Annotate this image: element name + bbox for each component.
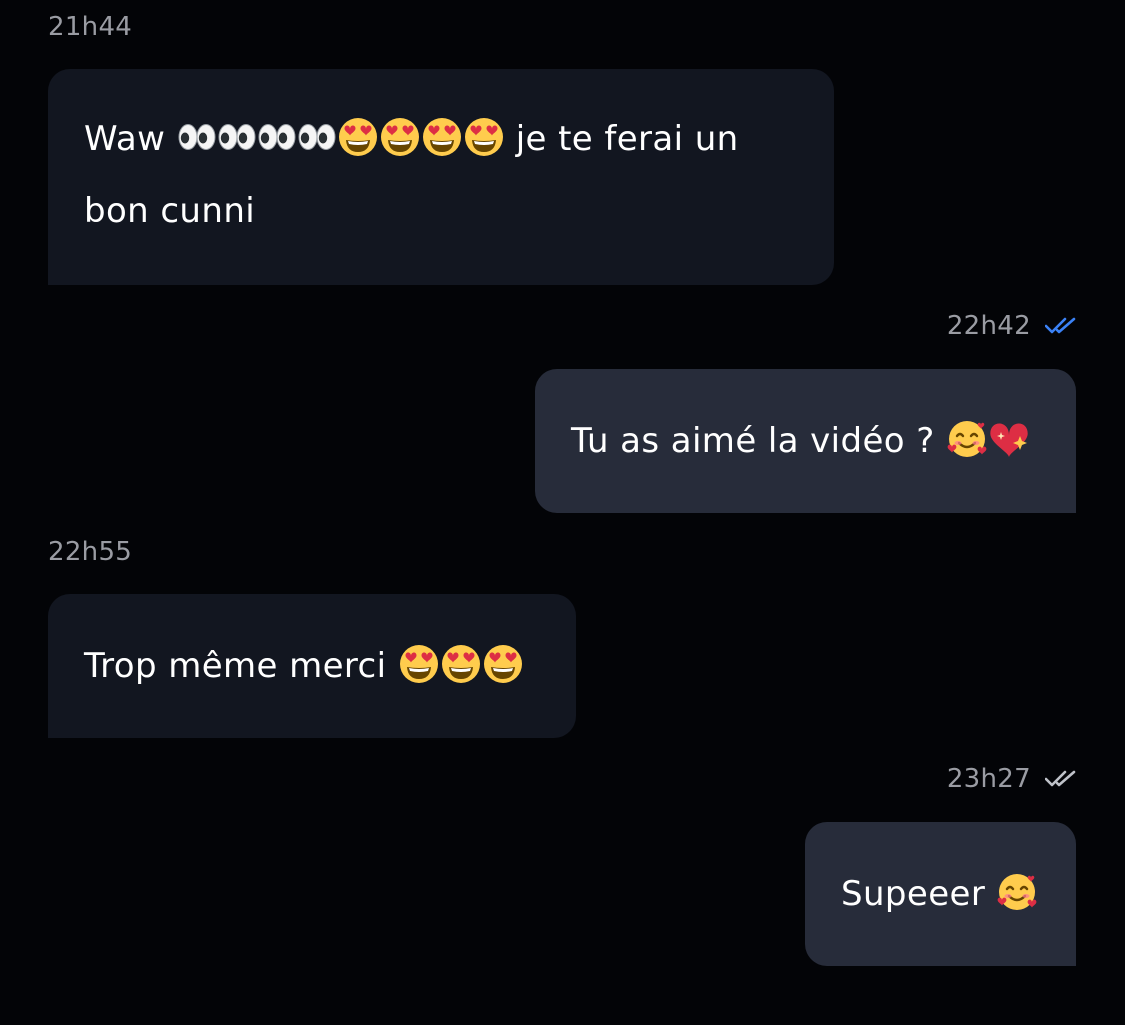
heart-eyes-emoji-icon bbox=[463, 117, 505, 157]
heart-eyes-emoji-icon bbox=[482, 644, 524, 684]
message-timestamp: 21h44 bbox=[48, 12, 133, 42]
message-meta: 23h27 bbox=[947, 764, 1077, 794]
message-text: Waw bbox=[84, 119, 177, 159]
message-text: Supeeer bbox=[841, 874, 997, 914]
delivered-receipt-icon bbox=[1045, 770, 1076, 787]
eyes-emoji-icon bbox=[257, 117, 297, 157]
emoji-group bbox=[946, 421, 1030, 461]
smiling-face-with-hearts-emoji-icon bbox=[946, 419, 988, 459]
heart-eyes-emoji-icon bbox=[421, 117, 463, 157]
eyes-emoji-icon bbox=[177, 117, 217, 157]
message-timestamp: 23h27 bbox=[946, 764, 1031, 794]
message-bubble-outgoing[interactable]: Supeeer bbox=[805, 822, 1076, 966]
eyes-emoji-icon bbox=[297, 117, 337, 157]
heart-eyes-emoji-icon bbox=[337, 117, 379, 157]
message-timestamp: 22h42 bbox=[946, 311, 1031, 341]
smiling-face-with-hearts-emoji-icon bbox=[996, 872, 1038, 912]
message-meta: 22h42 bbox=[947, 311, 1077, 341]
heart-eyes-emoji-icon bbox=[398, 644, 440, 684]
sparkling-heart-emoji-icon bbox=[988, 419, 1030, 459]
heart-eyes-emoji-icon bbox=[440, 644, 482, 684]
read-receipt-icon bbox=[1045, 317, 1076, 334]
message-text: Trop même merci bbox=[84, 646, 398, 686]
message-text: Tu as aimé la vidéo ? bbox=[571, 421, 946, 461]
message-thread: 21h44 Waw je te ferai un bon cunni 22h42… bbox=[0, 0, 1125, 1025]
emoji-group bbox=[996, 874, 1038, 914]
message-bubble-outgoing[interactable]: Tu as aimé la vidéo ? bbox=[535, 369, 1076, 513]
message-timestamp: 22h55 bbox=[48, 537, 133, 567]
message-bubble-incoming[interactable]: Waw je te ferai un bon cunni bbox=[48, 69, 834, 285]
heart-eyes-emoji-icon bbox=[379, 117, 421, 157]
eyes-emoji-icon bbox=[217, 117, 257, 157]
emoji-group bbox=[177, 117, 505, 159]
message-bubble-incoming[interactable]: Trop même merci bbox=[48, 594, 576, 738]
emoji-group bbox=[398, 644, 524, 686]
